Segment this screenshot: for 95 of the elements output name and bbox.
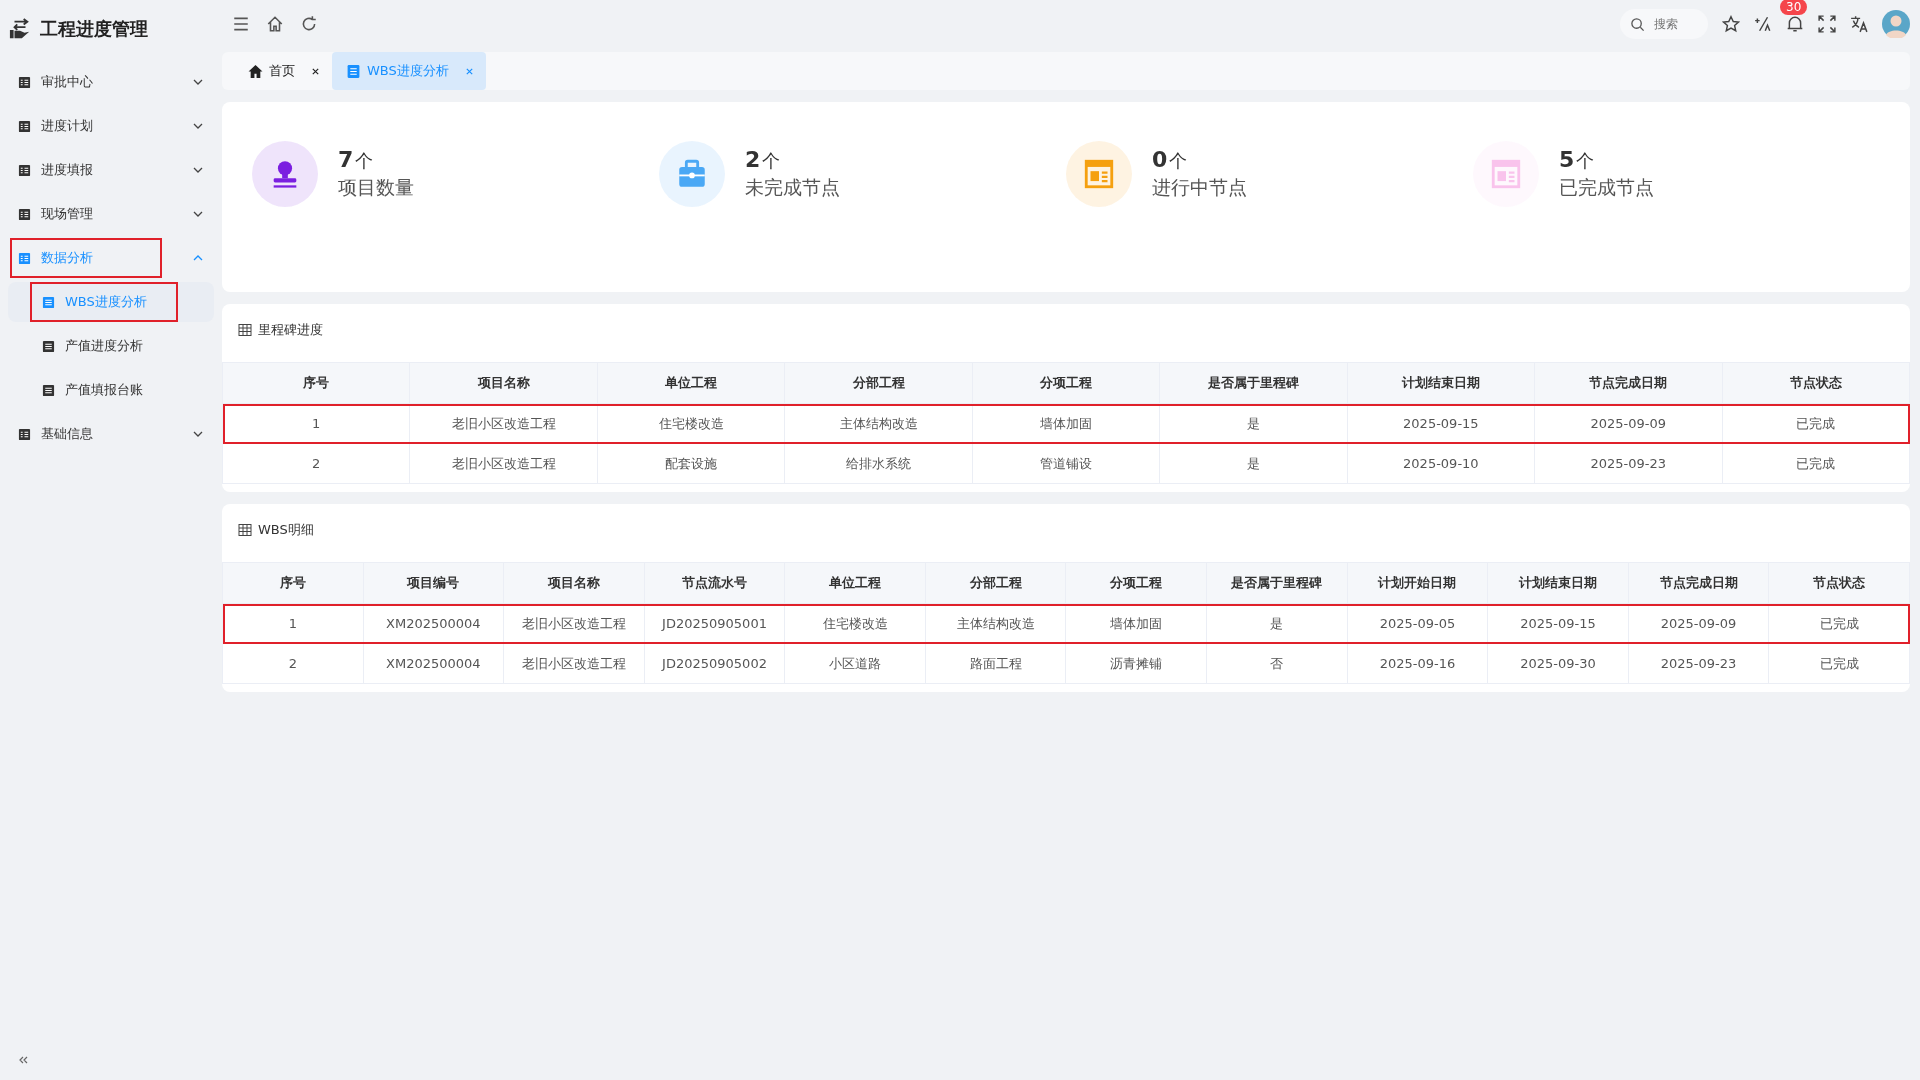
table-cell: 2025-09-23 [1628, 643, 1769, 684]
bell-icon[interactable] [1786, 15, 1804, 33]
table-cell: 老旧小区改造工程 [409, 443, 598, 484]
table-cell: XM202500004 [363, 643, 504, 684]
table-icon [238, 523, 252, 537]
list-icon [42, 295, 55, 309]
sidebar-item[interactable]: 基础信息 [10, 414, 212, 454]
list-icon [18, 427, 31, 441]
table-cell: 老旧小区改造工程 [503, 643, 645, 684]
document-icon [346, 63, 361, 79]
table-cell: 沥青摊铺 [1065, 643, 1207, 684]
table-cell: 2025-09-30 [1487, 643, 1629, 684]
list-icon [18, 75, 31, 89]
table-cell: JD20250905002 [644, 643, 785, 684]
table-row[interactable]: 1 XM202500004 老旧小区改造工程 JD20250905001 住宅楼改造 主体结构改造 墙体加固 是 2025-09-05 2025-09-15 2025-09-09 已完成 [222, 603, 1910, 644]
menu-icon[interactable] [232, 15, 250, 33]
stat-value: 0个 [1152, 147, 1189, 173]
app-title: 工程进度管理 [40, 17, 148, 41]
column-header: 计划结束日期 [1487, 562, 1629, 604]
table-row[interactable]: 2 XM202500004 老旧小区改造工程 JD20250905002 小区道路 路面工程 沥青摊铺 否 2025-09-16 2025-09-30 2025-09-23 已完成 [222, 643, 1910, 684]
column-header: 单位工程 [597, 362, 785, 404]
table-cell: 是 [1159, 443, 1348, 484]
column-header: 序号 [222, 362, 410, 404]
home-icon[interactable] [266, 15, 284, 33]
column-header: 单位工程 [784, 562, 926, 604]
list-icon [18, 251, 31, 265]
column-header: 是否属于里程碑 [1206, 562, 1348, 604]
fullscreen-icon[interactable] [1818, 15, 1836, 33]
stat-value: 7个 [338, 147, 375, 173]
tab[interactable]: 首页 [234, 52, 332, 90]
column-header: 分项工程 [1065, 562, 1207, 604]
notification-badge: 30 [1780, 0, 1808, 15]
sidebar-subitem[interactable]: 产值进度分析 [30, 326, 178, 366]
stat-label: 已完成节点 [1559, 175, 1654, 200]
close-icon [311, 66, 320, 76]
column-header: 分部工程 [925, 562, 1066, 604]
list-icon [18, 163, 31, 177]
list-icon [42, 383, 55, 397]
sidebar-item[interactable]: 现场管理 [10, 194, 212, 234]
close-icon [464, 66, 474, 76]
table-cell: 已完成 [1768, 643, 1910, 684]
column-header: 节点流水号 [644, 562, 785, 604]
sidebar-subitem[interactable]: 产值填报台账 [30, 370, 178, 410]
refresh-icon[interactable] [300, 15, 318, 33]
table-cell: 配套设施 [597, 443, 785, 484]
table-icon [238, 323, 252, 337]
column-header: 计划结束日期 [1347, 362, 1535, 404]
column-header: 是否属于里程碑 [1159, 362, 1348, 404]
table-cell: 2 [222, 443, 410, 484]
sidebar-item[interactable]: 进度填报 [10, 150, 212, 190]
table-row[interactable]: 1 老旧小区改造工程 住宅楼改造 主体结构改造 墙体加固 是 2025-09-15 2025-09-09 已完成 [222, 403, 1910, 444]
sparkle-icon[interactable] [1754, 15, 1772, 33]
table-cell: 给排水系统 [784, 443, 973, 484]
column-header: 项目名称 [503, 562, 645, 604]
column-header: 节点状态 [1768, 562, 1910, 604]
table-cell: 2025-09-10 [1347, 443, 1535, 484]
stat-label: 进行中节点 [1152, 175, 1247, 200]
stat-label: 未完成节点 [745, 175, 840, 200]
collapse-icon[interactable] [18, 1055, 28, 1065]
column-header: 项目编号 [363, 562, 504, 604]
column-header: 分项工程 [972, 362, 1160, 404]
star-icon[interactable] [1722, 15, 1740, 33]
table-cell: 小区道路 [784, 643, 926, 684]
table-cell: 管道铺设 [972, 443, 1160, 484]
section-title: 里程碑进度 [258, 321, 323, 339]
sidebar-item[interactable]: 进度计划 [10, 106, 212, 146]
column-header: 序号 [222, 562, 364, 604]
stat-value: 2个 [745, 147, 782, 173]
table-cell: 已完成 [1722, 443, 1910, 484]
column-header: 节点完成日期 [1628, 562, 1769, 604]
table-row[interactable]: 2 老旧小区改造工程 配套设施 给排水系统 管道铺设 是 2025-09-10 2025-09-23 已完成 [222, 443, 1910, 484]
search-icon [1630, 17, 1645, 32]
section-title: WBS明细 [258, 521, 314, 539]
list-icon [18, 119, 31, 133]
column-header: 节点完成日期 [1534, 362, 1722, 404]
table-cell: 路面工程 [925, 643, 1066, 684]
stat-value: 5个 [1559, 147, 1596, 173]
translate-icon[interactable] [1850, 15, 1868, 33]
table-cell: 1 [222, 403, 410, 444]
column-header: 节点状态 [1722, 362, 1910, 404]
column-header: 分部工程 [784, 362, 973, 404]
column-header: 计划开始日期 [1347, 562, 1488, 604]
logo-icon [8, 18, 32, 40]
sidebar-item[interactable]: 审批中心 [10, 62, 212, 102]
stat-label: 项目数量 [338, 175, 414, 200]
column-header: 项目名称 [409, 362, 598, 404]
table-cell: 1 [222, 603, 364, 644]
list-icon [42, 339, 55, 353]
table-cell: 否 [1206, 643, 1348, 684]
table-cell: 2025-09-23 [1534, 443, 1722, 484]
search-field[interactable]: 搜索 [1620, 9, 1708, 39]
table-cell: 2 [222, 643, 364, 684]
list-icon [18, 207, 31, 221]
table-cell: 2025-09-16 [1347, 643, 1488, 684]
home-icon [248, 63, 263, 79]
